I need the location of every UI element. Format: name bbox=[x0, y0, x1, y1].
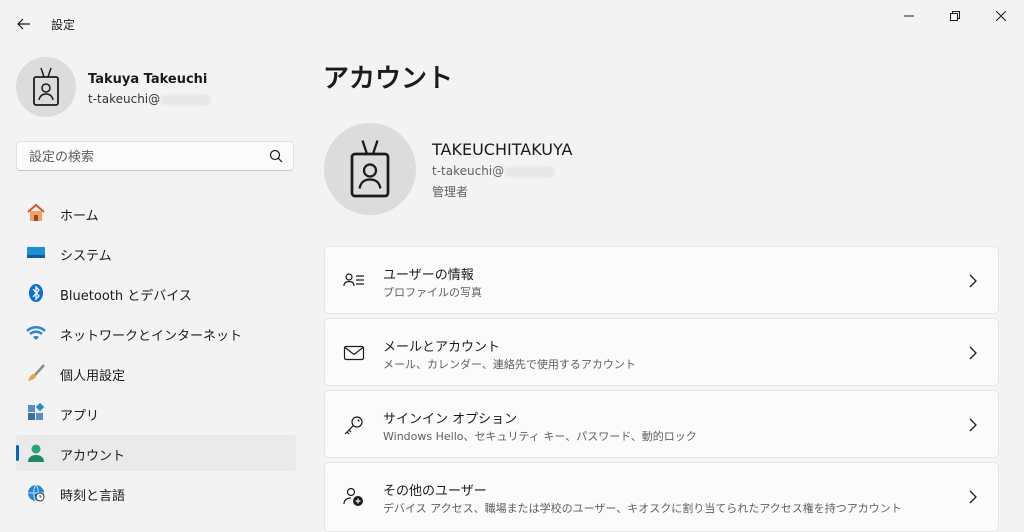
wifi-icon bbox=[26, 326, 46, 340]
add-user-icon bbox=[343, 487, 363, 506]
search-icon[interactable] bbox=[269, 149, 283, 163]
nav-item-accounts[interactable]: アカウント bbox=[16, 435, 296, 471]
apps-icon bbox=[28, 403, 45, 420]
account-email: t-takeuchi@ bbox=[432, 164, 555, 178]
nav-item-personalization[interactable]: 個人用設定 bbox=[16, 355, 296, 391]
selection-indicator bbox=[16, 445, 19, 461]
system-icon bbox=[27, 247, 45, 258]
close-button[interactable] bbox=[978, 0, 1024, 32]
mail-icon bbox=[343, 345, 365, 361]
account-avatar bbox=[324, 123, 416, 215]
back-button[interactable] bbox=[10, 10, 38, 38]
user-info-icon bbox=[343, 273, 364, 287]
nav-label: ホーム bbox=[60, 209, 99, 224]
restore-button[interactable] bbox=[932, 0, 978, 32]
arrow-left-icon bbox=[17, 18, 30, 30]
search-input[interactable] bbox=[27, 147, 261, 167]
account-icon bbox=[28, 444, 44, 462]
nav-item-apps[interactable]: アプリ bbox=[16, 395, 296, 431]
card-other-users[interactable]: その他のユーザー デバイス アクセス、職場または学校のユーザー、キオスクに割り当… bbox=[324, 462, 999, 532]
nav-label: ネットワークとインターネット bbox=[60, 329, 243, 344]
brush-icon bbox=[28, 364, 45, 381]
restore-icon bbox=[950, 11, 960, 21]
minimize-icon bbox=[904, 15, 914, 17]
nav-item-network[interactable]: ネットワークとインターネット bbox=[16, 315, 296, 351]
chevron-right-icon bbox=[969, 418, 977, 432]
card-sign-in-options[interactable]: サインイン オプション Windows Hello、セキュリティ キー、パスワー… bbox=[324, 390, 999, 458]
chevron-right-icon bbox=[969, 346, 977, 360]
account-name: TAKEUCHITAKUYA bbox=[432, 140, 573, 159]
bluetooth-icon bbox=[29, 284, 43, 302]
nav-label: 個人用設定 bbox=[60, 369, 126, 384]
profile-email: t-takeuchi@ bbox=[88, 92, 211, 106]
page-title: アカウント bbox=[323, 64, 454, 94]
card-subtitle: メール、カレンダー、連絡先で使用するアカウント bbox=[383, 358, 636, 371]
nav-label: アプリ bbox=[60, 409, 100, 424]
minimize-button[interactable] bbox=[886, 0, 932, 32]
home-icon bbox=[27, 203, 45, 221]
nav-item-bluetooth[interactable]: Bluetooth とデバイス bbox=[16, 275, 296, 311]
title-bar: 設定 bbox=[0, 0, 1024, 48]
time-language-icon bbox=[28, 484, 45, 502]
id-badge-icon bbox=[33, 67, 59, 106]
card-title: メールとアカウント bbox=[383, 340, 501, 355]
card-title: その他のユーザー bbox=[383, 484, 487, 499]
nav-label: 時刻と言語 bbox=[60, 489, 126, 504]
chevron-right-icon bbox=[969, 274, 977, 288]
card-title: サインイン オプション bbox=[383, 412, 518, 427]
id-badge-icon bbox=[350, 140, 390, 198]
profile-avatar[interactable] bbox=[16, 57, 76, 117]
nav-label: アカウント bbox=[60, 449, 126, 464]
key-icon bbox=[344, 416, 363, 435]
card-subtitle: プロファイルの写真 bbox=[383, 286, 482, 299]
card-title: ユーザーの情報 bbox=[383, 268, 474, 283]
app-title: 設定 bbox=[51, 18, 76, 32]
search-box[interactable] bbox=[16, 141, 294, 171]
chevron-right-icon bbox=[969, 490, 977, 504]
close-icon bbox=[996, 11, 1006, 21]
nav-item-system[interactable]: システム bbox=[16, 235, 296, 271]
nav-item-home[interactable]: ホーム bbox=[16, 195, 296, 231]
account-role: 管理者 bbox=[432, 185, 469, 199]
card-user-info[interactable]: ユーザーの情報 プロファイルの写真 bbox=[324, 246, 999, 314]
profile-name: Takuya Takeuchi bbox=[88, 72, 208, 87]
nav-label: Bluetooth とデバイス bbox=[60, 289, 192, 304]
nav-item-time-language[interactable]: 時刻と言語 bbox=[16, 475, 296, 511]
card-email-accounts[interactable]: メールとアカウント メール、カレンダー、連絡先で使用するアカウント bbox=[324, 318, 999, 386]
nav-label: システム bbox=[60, 249, 112, 264]
card-subtitle: Windows Hello、セキュリティ キー、パスワード、動的ロック bbox=[383, 430, 697, 443]
card-subtitle: デバイス アクセス、職場または学校のユーザー、キオスクに割り当てられたアクセス権… bbox=[383, 502, 902, 515]
